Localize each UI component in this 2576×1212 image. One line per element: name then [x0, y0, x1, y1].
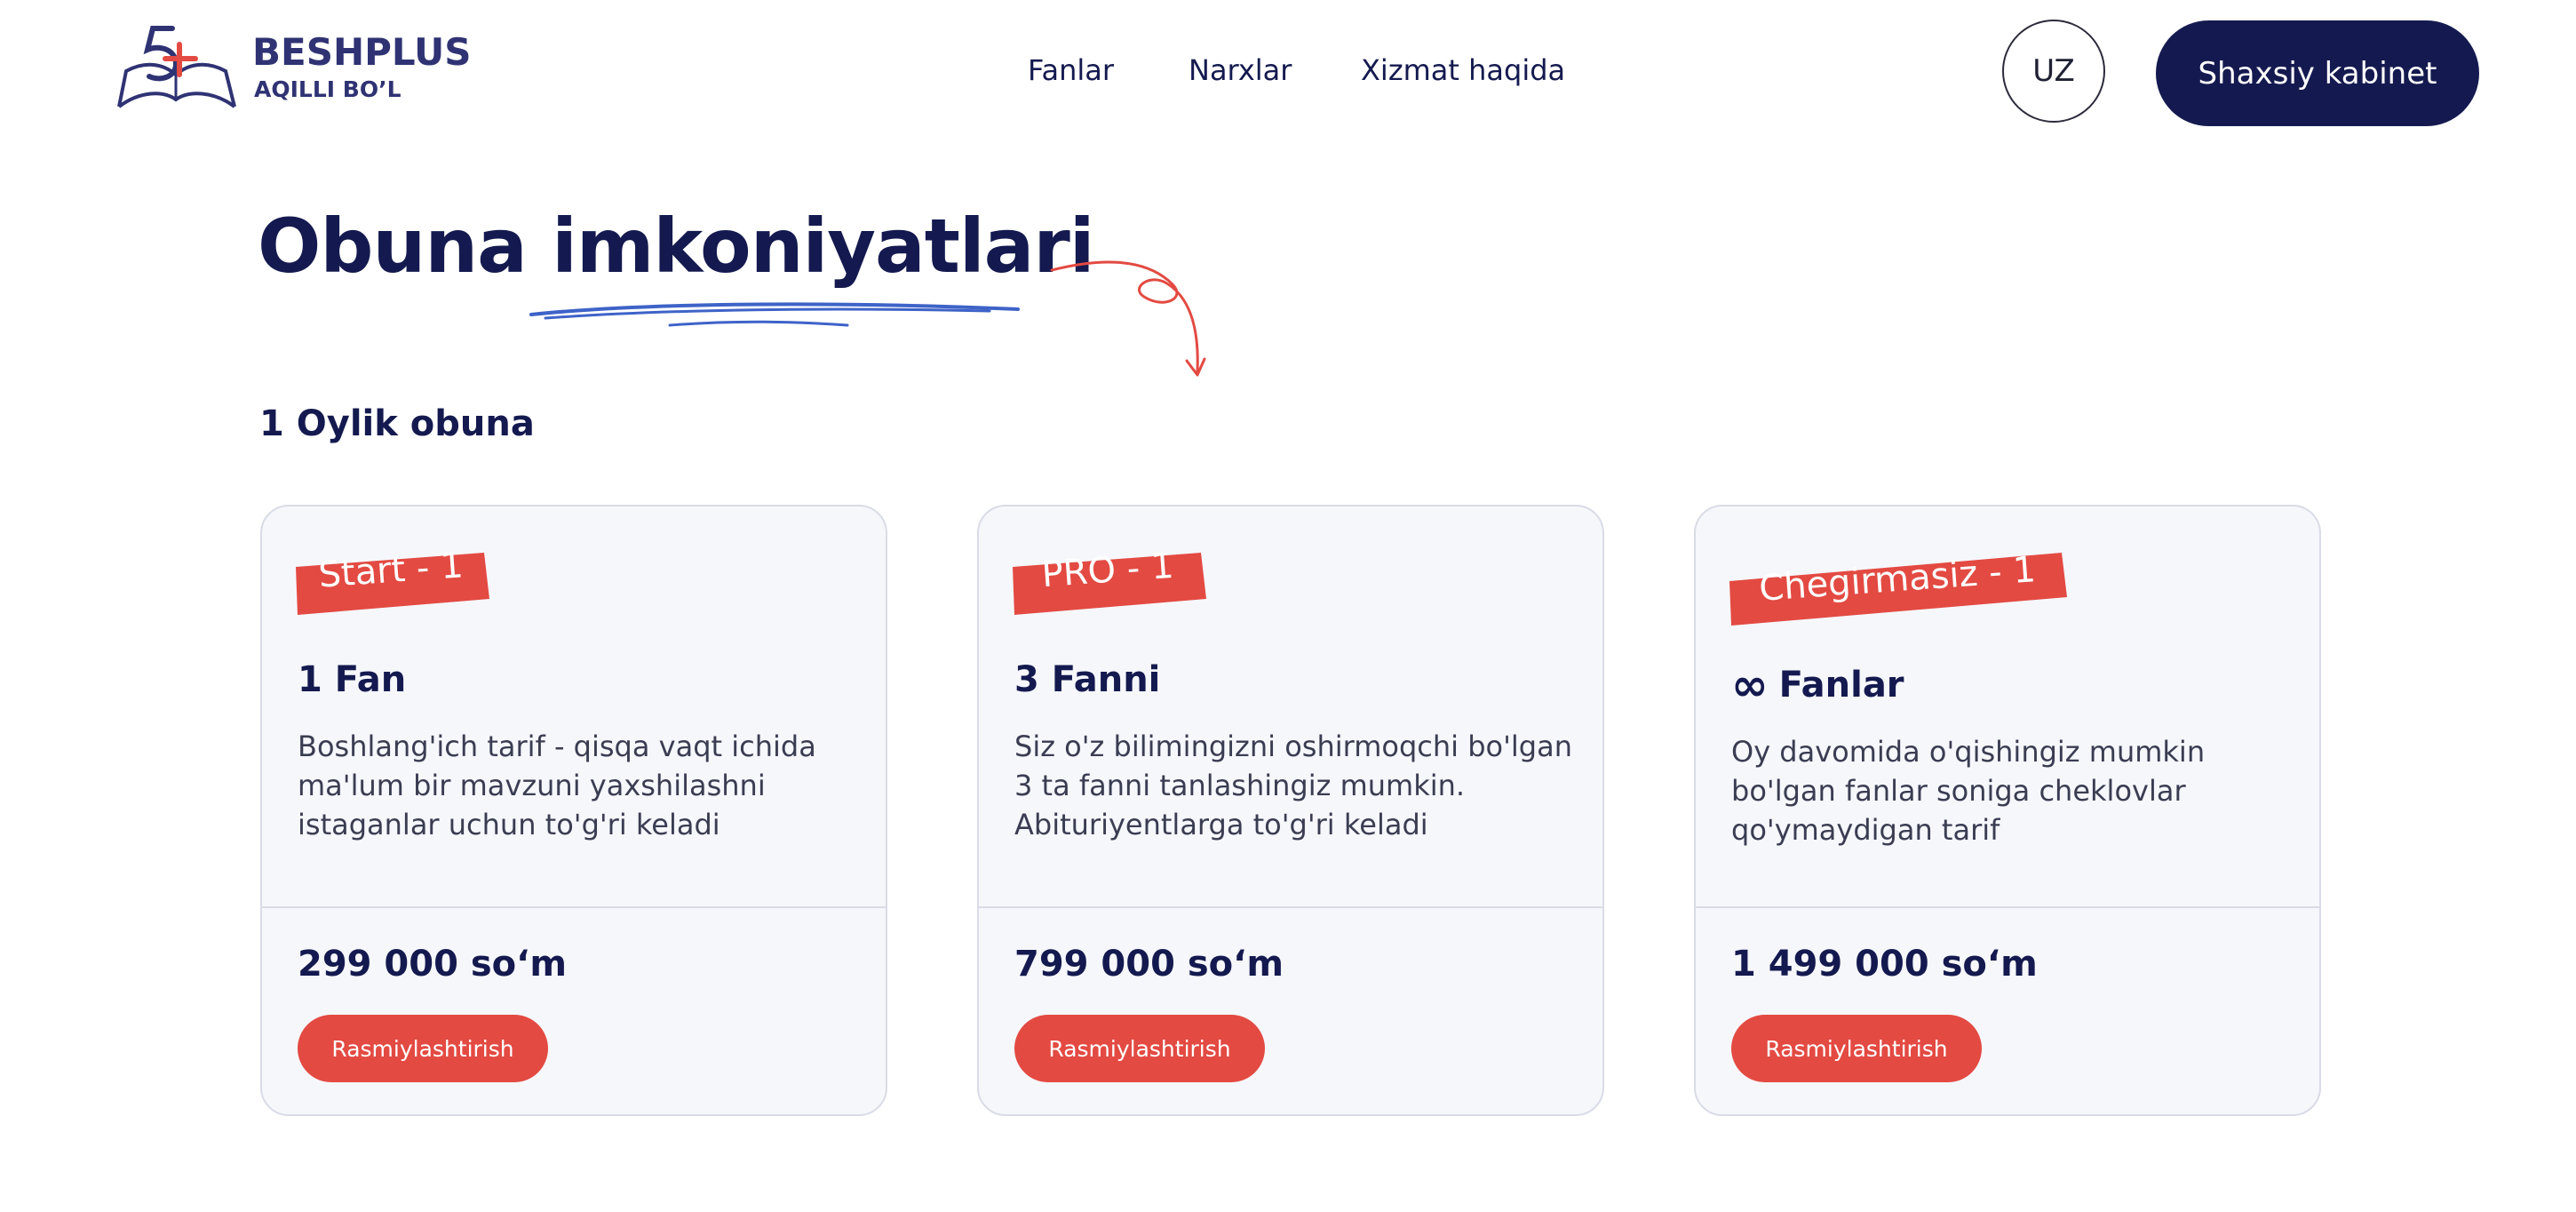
nav-link-xizmat-haqida[interactable]: Xizmat haqida [1361, 53, 1565, 92]
nav-link-narxlar[interactable]: Narxlar [1189, 53, 1292, 92]
card-divider [262, 906, 886, 908]
page-title: Obuna imkoniyatlari [258, 203, 1095, 290]
subscribe-button[interactable]: Rasmiylashtirish [298, 1015, 548, 1082]
plan-tag: Start - 1 [290, 537, 491, 615]
plan-tag-label: PRO - 1 [1040, 545, 1175, 596]
plan-price: 799 000 soʻm [1014, 944, 1284, 985]
plan-title: ∞ Fanlar [1731, 663, 1904, 707]
book-five-plus-logo-icon [117, 26, 236, 108]
plan-card: Start - 1 1 Fan Boshlang'ich tarif - qis… [260, 505, 887, 1116]
plan-title-text: 1 Fan [298, 659, 407, 700]
plan-card: PRO - 1 3 Fanni Siz o'z bilimingizni osh… [977, 505, 1604, 1116]
nav-link-fanlar[interactable]: Fanlar [1028, 53, 1114, 92]
plan-tag: PRO - 1 [1007, 537, 1208, 615]
plan-description: Siz o'z bilimingizni oshirmoqchi bo'lgan… [1014, 730, 1572, 841]
plan-description: Boshlang'ich tarif - qisqa vaqt ichida m… [298, 730, 816, 841]
brand-name: BESHPLUS [252, 30, 472, 74]
cabinet-button[interactable]: Shaxsiy kabinet [2156, 20, 2479, 126]
language-switch[interactable]: UZ [2002, 20, 2105, 123]
plan-card: Chegirmasiz - 1 ∞ Fanlar Oy davomida o'q… [1694, 505, 2321, 1116]
plan-tag-label: Start - 1 [317, 545, 465, 596]
plan-price: 299 000 soʻm [298, 944, 568, 985]
card-divider [979, 906, 1602, 908]
subscribe-button[interactable]: Rasmiylashtirish [1014, 1015, 1265, 1082]
brand-logo[interactable]: BESHPLUS AQILLI BO’L [114, 23, 472, 116]
plan-tag: Chegirmasiz - 1 [1724, 537, 2071, 626]
plan-title: 1 Fan [298, 659, 406, 700]
subscribe-button[interactable]: Rasmiylashtirish [1731, 1015, 1982, 1082]
section-title: 1 Oylik obuna [259, 403, 535, 444]
plan-price: 1 499 000 soʻm [1731, 944, 2038, 985]
scribble-underline-icon [529, 302, 1020, 327]
plan-description: Oy davomida o'qishingiz mumkin bo'lgan f… [1731, 735, 2206, 847]
curly-arrow-icon [1050, 260, 1206, 377]
infinity-icon: ∞ [1731, 659, 1769, 711]
card-divider [1696, 906, 2319, 908]
plan-title-text: Fanlar [1778, 665, 1904, 706]
brand-tagline: AQILLI BO’L [254, 76, 402, 102]
plan-title: 3 Fanni [1014, 659, 1160, 700]
plan-title-text: 3 Fanni [1014, 659, 1161, 700]
